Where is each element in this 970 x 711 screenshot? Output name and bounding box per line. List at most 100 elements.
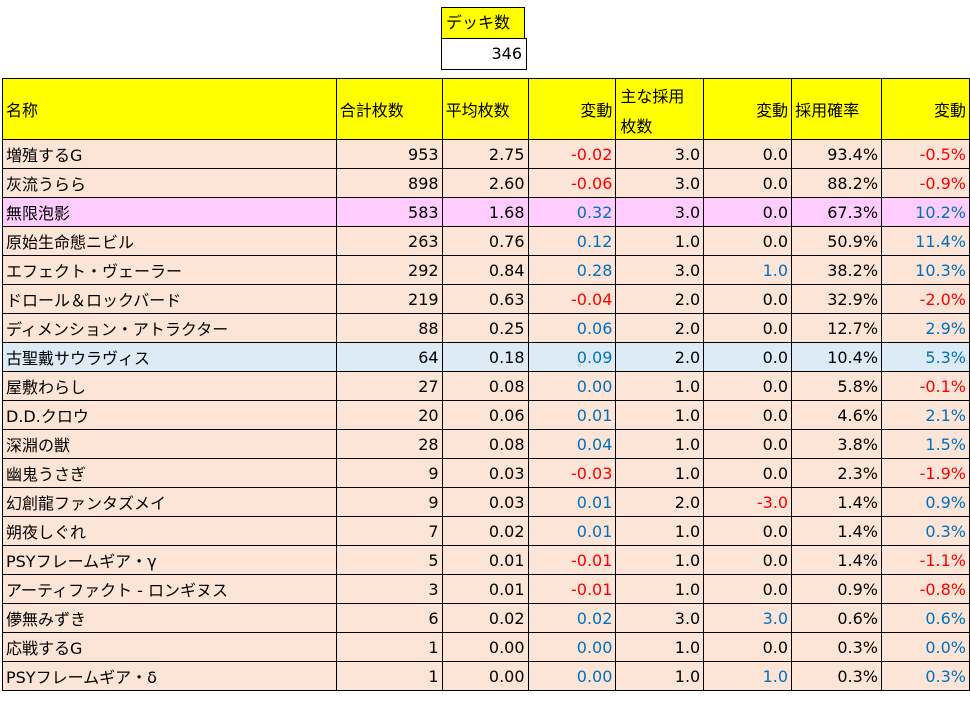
total-count-cell: 898: [335, 168, 443, 198]
card-name-cell: 幻創龍ファンタズメイ: [2, 487, 337, 517]
adoption-rate-cell: 1.4%: [791, 516, 883, 546]
adoption-rate-cell: 3.8%: [791, 429, 883, 459]
main-change-cell: 0.0: [703, 226, 793, 256]
header-change-avg: 変動: [527, 78, 617, 140]
card-name-cell: 朔夜しぐれ: [2, 516, 337, 546]
avg-count-cell: 0.00: [441, 632, 529, 662]
main-count-cell: 3.0: [615, 139, 705, 169]
table-row: エフェクト・ヴェーラー 292 0.84 0.28 3.0 1.0 38.2% 10.3%: [2, 255, 970, 285]
avg-change-cell: -0.03: [527, 458, 617, 488]
rate-change-cell: 10.2%: [881, 197, 970, 227]
total-count-cell: 263: [335, 226, 443, 256]
total-count-cell: 9: [335, 458, 443, 488]
main-count-cell: 1.0: [615, 574, 705, 604]
main-change-cell: -3.0: [703, 487, 793, 517]
main-change-cell: 1.0: [703, 661, 793, 691]
rate-change-cell: 0.0%: [881, 632, 970, 662]
table-body: 増殖するG 953 2.75 -0.02 3.0 0.0 93.4% -0.5% 灰流うらら 89…: [2, 139, 970, 691]
total-count-cell: 9: [335, 487, 443, 517]
avg-change-cell: -0.02: [527, 139, 617, 169]
total-count-cell: 1: [335, 661, 443, 691]
main-change-cell: 1.0: [703, 255, 793, 285]
rate-change-cell: -1.9%: [881, 458, 970, 488]
header-avg: 平均枚数: [441, 78, 529, 140]
adoption-rate-cell: 1.4%: [791, 487, 883, 517]
avg-count-cell: 0.76: [441, 226, 529, 256]
rate-change-cell: 0.3%: [881, 661, 970, 691]
adoption-rate-cell: 4.6%: [791, 400, 883, 430]
table-row: 増殖するG 953 2.75 -0.02 3.0 0.0 93.4% -0.5%: [2, 139, 970, 169]
avg-count-cell: 0.01: [441, 545, 529, 575]
rate-change-cell: -0.8%: [881, 574, 970, 604]
main-change-cell: 0.0: [703, 139, 793, 169]
avg-change-cell: 0.06: [527, 313, 617, 343]
total-count-cell: 6: [335, 603, 443, 633]
main-count-cell: 1.0: [615, 371, 705, 401]
total-count-cell: 5: [335, 545, 443, 575]
total-count-cell: 3: [335, 574, 443, 604]
card-name-cell: 灰流うらら: [2, 168, 337, 198]
card-name-cell: 応戦するG: [2, 632, 337, 662]
total-count-cell: 7: [335, 516, 443, 546]
avg-change-cell: 0.12: [527, 226, 617, 256]
main-change-cell: 0.0: [703, 284, 793, 314]
table-row: 幻創龍ファンタズメイ 9 0.03 0.01 2.0 -3.0 1.4% 0.9%: [2, 487, 970, 517]
avg-change-cell: 0.28: [527, 255, 617, 285]
rate-change-cell: 2.9%: [881, 313, 970, 343]
main-count-cell: 1.0: [615, 661, 705, 691]
card-name-cell: PSYフレームギア・γ: [2, 545, 337, 575]
main-change-cell: 0.0: [703, 545, 793, 575]
avg-change-cell: -0.04: [527, 284, 617, 314]
avg-count-cell: 2.75: [441, 139, 529, 169]
table-row: 無限泡影 583 1.68 0.32 3.0 0.0 67.3% 10.2%: [2, 197, 970, 227]
header-main-count: 主な採用 枚数: [615, 78, 705, 140]
avg-count-cell: 0.03: [441, 458, 529, 488]
avg-count-cell: 0.06: [441, 400, 529, 430]
rate-change-cell: 10.3%: [881, 255, 970, 285]
header-main-count-line2: 枚数: [620, 117, 653, 136]
adoption-rate-cell: 5.8%: [791, 371, 883, 401]
avg-count-cell: 0.63: [441, 284, 529, 314]
card-name-cell: D.D.クロウ: [2, 400, 337, 430]
rate-change-cell: 11.4%: [881, 226, 970, 256]
adoption-rate-cell: 0.3%: [791, 632, 883, 662]
table-row: ディメンション・アトラクター 88 0.25 0.06 2.0 0.0 12.7% 2.9%: [2, 313, 970, 343]
main-count-cell: 2.0: [615, 342, 705, 372]
total-count-cell: 1: [335, 632, 443, 662]
total-count-cell: 64: [335, 342, 443, 372]
main-change-cell: 0.0: [703, 197, 793, 227]
main-count-cell: 3.0: [615, 197, 705, 227]
rate-change-cell: -2.0%: [881, 284, 970, 314]
card-name-cell: 増殖するG: [2, 139, 337, 169]
avg-change-cell: -0.01: [527, 545, 617, 575]
avg-count-cell: 0.08: [441, 371, 529, 401]
rate-change-cell: 2.1%: [881, 400, 970, 430]
table-row: 深淵の獣 28 0.08 0.04 1.0 0.0 3.8% 1.5%: [2, 429, 970, 459]
adoption-rate-cell: 2.3%: [791, 458, 883, 488]
avg-change-cell: -0.01: [527, 574, 617, 604]
rate-change-cell: 0.9%: [881, 487, 970, 517]
deck-count-value: 346: [441, 38, 527, 70]
main-change-cell: 0.0: [703, 313, 793, 343]
card-name-cell: 古聖戴サウラヴィス: [2, 342, 337, 372]
main-count-cell: 2.0: [615, 284, 705, 314]
deck-count-label: デッキ数: [441, 7, 525, 39]
main-change-cell: 0.0: [703, 458, 793, 488]
main-count-cell: 1.0: [615, 226, 705, 256]
table-row: 朔夜しぐれ 7 0.02 0.01 1.0 0.0 1.4% 0.3%: [2, 516, 970, 546]
main-change-cell: 0.0: [703, 574, 793, 604]
card-name-cell: PSYフレームギア・δ: [2, 661, 337, 691]
adoption-rate-cell: 32.9%: [791, 284, 883, 314]
main-count-cell: 1.0: [615, 458, 705, 488]
main-count-cell: 2.0: [615, 313, 705, 343]
avg-change-cell: 0.01: [527, 516, 617, 546]
avg-count-cell: 0.25: [441, 313, 529, 343]
avg-count-cell: 0.18: [441, 342, 529, 372]
avg-change-cell: -0.06: [527, 168, 617, 198]
avg-count-cell: 0.01: [441, 574, 529, 604]
header-main-count-line1: 主な採用: [620, 87, 685, 106]
main-change-cell: 0.0: [703, 371, 793, 401]
total-count-cell: 219: [335, 284, 443, 314]
card-stats-table: 名称 合計枚数 平均枚数 変動 主な採用 枚数 変動 採用確率 変動 増殖するG…: [2, 78, 970, 691]
adoption-rate-cell: 10.4%: [791, 342, 883, 372]
